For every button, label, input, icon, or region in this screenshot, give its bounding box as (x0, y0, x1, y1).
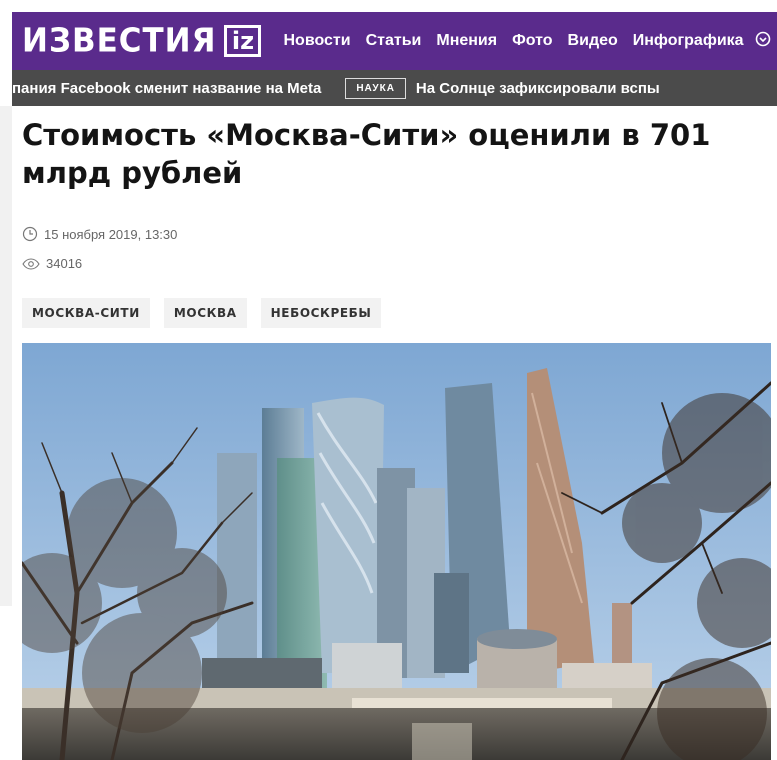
clock-icon (22, 226, 38, 242)
tag-moscow[interactable]: МОСКВА (163, 298, 247, 328)
ticker-tag[interactable]: НАУКА (345, 77, 406, 99)
article-date: 15 ноября 2019, 13:30 (22, 226, 177, 242)
site-header: ИЗВЕСТИЯ iz Новости Статьи Мнения Фото В… (12, 12, 777, 70)
date-text: 15 ноября 2019, 13:30 (44, 226, 178, 242)
logo-badge[interactable]: iz (224, 25, 262, 57)
ticker-headline[interactable]: пания Facebook сменит название на Meta (12, 80, 321, 97)
news-ticker: пания Facebook сменит название на Meta Н… (12, 70, 777, 106)
eye-icon (22, 257, 40, 270)
nav-item-news[interactable]: Новости (283, 32, 350, 50)
views-count: 34016 (46, 256, 83, 271)
site-logo[interactable]: ИЗВЕСТИЯ (22, 22, 216, 60)
article-tags: МОСКВА-СИТИ МОСКВА НЕБОСКРЕБЫ (22, 298, 395, 328)
article-title: Стоимость «Москва-Сити» оценили в 701 мл… (22, 118, 711, 190)
nav-item-opinions[interactable]: Мнения (436, 32, 497, 50)
left-gutter (0, 106, 12, 606)
article-views: 34016 (22, 256, 82, 271)
chevron-down-icon[interactable] (755, 31, 771, 52)
nav-item-infographics[interactable]: Инфографика (633, 32, 744, 50)
nav-item-photo[interactable]: Фото (512, 32, 552, 50)
article-photo (22, 343, 771, 760)
main-nav: Новости Статьи Мнения Фото Видео Инфогра… (283, 32, 758, 50)
tag-moscow-city[interactable]: МОСКВА-СИТИ (22, 298, 150, 328)
nav-item-articles[interactable]: Статьи (366, 32, 422, 50)
tag-skyscrapers[interactable]: НЕБОСКРЕБЫ (260, 298, 382, 328)
ticker-headline[interactable]: На Солнце зафиксировали вспы (416, 80, 660, 97)
moscow-city-skyline-image (22, 343, 771, 760)
nav-item-video[interactable]: Видео (568, 32, 618, 50)
